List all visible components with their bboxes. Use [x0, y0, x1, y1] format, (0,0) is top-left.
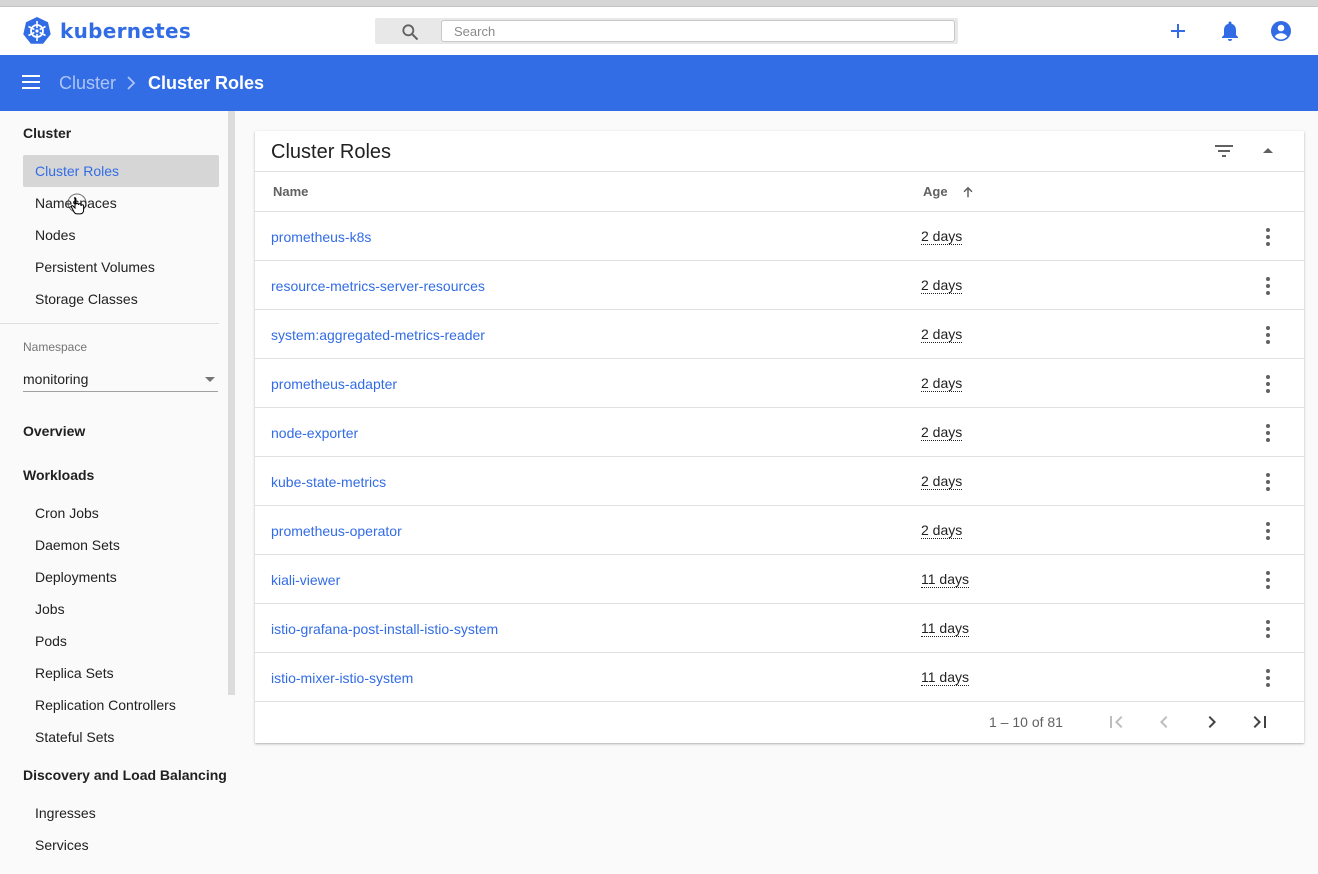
search-bar: [375, 18, 958, 44]
arrow-up-icon[interactable]: [959, 183, 977, 201]
top-header: kubernetes: [0, 7, 1318, 55]
sidebar-heading-discovery[interactable]: Discovery and Load Balancing: [23, 767, 227, 783]
card-title: Cluster Roles: [271, 141, 392, 163]
table-row: resource-metrics-server-resources 2 days: [255, 261, 1304, 310]
table-row: kube-state-metrics 2 days: [255, 457, 1304, 506]
role-age: 11 days: [921, 620, 969, 637]
sidebar: [0, 111, 236, 874]
pagination-range: 1 – 10 of 81: [989, 714, 1063, 730]
window-chrome: [0, 0, 1318, 7]
brand-name: kubernetes: [60, 19, 192, 43]
chevron-right-icon: [127, 76, 136, 90]
kubernetes-logo[interactable]: kubernetes: [22, 16, 191, 46]
role-name-link[interactable]: prometheus-k8s: [271, 229, 371, 245]
sidebar-item-ingresses[interactable]: Ingresses: [35, 805, 96, 821]
sidebar-item-daemon-sets[interactable]: Daemon Sets: [35, 537, 120, 553]
role-name-link[interactable]: prometheus-operator: [271, 523, 402, 539]
menu-icon[interactable]: [22, 75, 40, 89]
more-vert-icon[interactable]: [1256, 372, 1280, 396]
more-vert-icon[interactable]: [1256, 666, 1280, 690]
sidebar-item-deployments[interactable]: Deployments: [35, 569, 117, 585]
filter-icon[interactable]: [1212, 139, 1236, 163]
bell-icon[interactable]: [1218, 19, 1242, 43]
table-row: kiali-viewer 11 days: [255, 555, 1304, 604]
role-age: 2 days: [921, 277, 963, 294]
table-row: node-exporter 2 days: [255, 408, 1304, 457]
prev-page-icon[interactable]: [1152, 710, 1176, 734]
breadcrumb-cluster-link[interactable]: Cluster: [59, 73, 116, 94]
role-name-link[interactable]: istio-mixer-istio-system: [271, 670, 413, 686]
caret-down-icon: [205, 377, 215, 382]
role-name-link[interactable]: istio-grafana-post-install-istio-system: [271, 621, 498, 637]
kubernetes-wheel-icon: [23, 17, 51, 44]
more-vert-icon[interactable]: [1256, 323, 1280, 347]
more-vert-icon[interactable]: [1256, 274, 1280, 298]
role-age: 11 days: [921, 669, 969, 686]
role-age: 2 days: [921, 424, 963, 441]
role-age: 2 days: [921, 522, 963, 539]
role-age: 2 days: [921, 326, 963, 343]
role-name-link[interactable]: resource-metrics-server-resources: [271, 278, 485, 294]
namespace-label: Namespace: [23, 340, 88, 354]
more-vert-icon[interactable]: [1256, 421, 1280, 445]
column-header-name[interactable]: Name: [273, 184, 308, 199]
role-name-link[interactable]: kiali-viewer: [271, 572, 340, 588]
more-vert-icon[interactable]: [1256, 617, 1280, 641]
table-header: Name Age: [255, 171, 1304, 212]
collapse-icon[interactable]: [1256, 139, 1280, 163]
column-header-age[interactable]: Age: [923, 184, 948, 199]
role-age: 2 days: [921, 228, 963, 245]
sidebar-item-nodes[interactable]: Nodes: [35, 227, 75, 243]
account-icon[interactable]: [1269, 19, 1293, 43]
sidebar-item-cluster-roles[interactable]: Cluster Roles: [35, 163, 119, 179]
sidebar-item-replica-sets[interactable]: Replica Sets: [35, 665, 114, 681]
page-title: Cluster Roles: [148, 73, 265, 93]
more-vert-icon[interactable]: [1256, 568, 1280, 592]
role-age: 11 days: [921, 571, 969, 588]
sidebar-heading-cluster[interactable]: Cluster: [23, 125, 71, 141]
table-row: system:aggregated-metrics-reader 2 days: [255, 310, 1304, 359]
search-icon[interactable]: [400, 22, 420, 42]
sidebar-heading-workloads[interactable]: Workloads: [23, 467, 94, 483]
breadcrumb-toolbar: Cluster Cluster Roles: [0, 55, 1318, 111]
sidebar-item-stateful-sets[interactable]: Stateful Sets: [35, 729, 114, 745]
role-name-link[interactable]: prometheus-adapter: [271, 376, 397, 392]
table-row: prometheus-k8s 2 days: [255, 212, 1304, 261]
namespace-select[interactable]: monitoring: [23, 370, 218, 392]
sidebar-item-overview[interactable]: Overview: [23, 423, 85, 439]
table-row: istio-grafana-post-install-istio-system …: [255, 604, 1304, 653]
sidebar-item-replication-controllers[interactable]: Replication Controllers: [35, 697, 176, 713]
role-name-link[interactable]: system:aggregated-metrics-reader: [271, 327, 485, 343]
last-page-icon[interactable]: [1248, 710, 1272, 734]
sidebar-item-jobs[interactable]: Jobs: [35, 601, 65, 617]
next-page-icon[interactable]: [1200, 710, 1224, 734]
more-vert-icon[interactable]: [1256, 225, 1280, 249]
search-input[interactable]: [441, 20, 955, 42]
role-name-link[interactable]: kube-state-metrics: [271, 474, 386, 490]
sidebar-item-storage-classes[interactable]: Storage Classes: [35, 291, 138, 307]
role-name-link[interactable]: node-exporter: [271, 425, 358, 441]
table-row: prometheus-operator 2 days: [255, 506, 1304, 555]
table-row: istio-mixer-istio-system 11 days: [255, 653, 1304, 702]
sidebar-item-cron-jobs[interactable]: Cron Jobs: [35, 505, 99, 521]
cluster-roles-card: Cluster Roles Name Age prometheus-k8s 2 …: [255, 131, 1304, 743]
role-age: 2 days: [921, 473, 963, 490]
role-age: 2 days: [921, 375, 963, 392]
namespace-value: monitoring: [23, 371, 89, 387]
table-row: prometheus-adapter 2 days: [255, 359, 1304, 408]
hand-cursor-icon: [67, 193, 87, 215]
sidebar-item-pods[interactable]: Pods: [35, 633, 67, 649]
sidebar-scrollbar[interactable]: [228, 111, 235, 695]
sidebar-divider: [0, 323, 219, 324]
more-vert-icon[interactable]: [1256, 519, 1280, 543]
first-page-icon[interactable]: [1104, 710, 1128, 734]
plus-icon[interactable]: [1166, 19, 1190, 43]
more-vert-icon[interactable]: [1256, 470, 1280, 494]
sidebar-item-services[interactable]: Services: [35, 837, 89, 853]
sidebar-item-persistent-volumes[interactable]: Persistent Volumes: [35, 259, 155, 275]
